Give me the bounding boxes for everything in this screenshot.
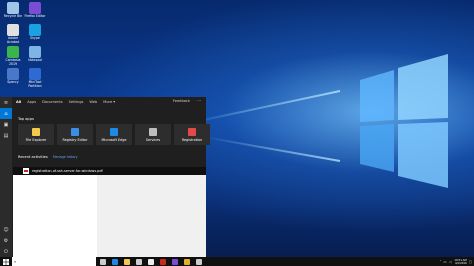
manage-history-link[interactable]: Manage history [53, 155, 78, 159]
top-app-tile[interactable]: Services [135, 124, 171, 145]
tab-web[interactable]: Web [89, 100, 97, 104]
top-app-tile[interactable]: Registration [174, 124, 210, 145]
services-icon [149, 127, 157, 136]
more-options-icon[interactable]: ··· [197, 98, 201, 103]
top-app-tile[interactable]: File Explorer [18, 124, 54, 145]
user-icon[interactable]: ☺ [0, 224, 12, 235]
acrobat-taskbar-icon[interactable] [160, 258, 166, 265]
desktop-shortcut[interactable]: Adobe Acrobat [2, 24, 24, 45]
volume-icon[interactable]: ◁ [449, 260, 452, 264]
tab-more[interactable]: More ▾ [103, 100, 115, 104]
desktop-shortcut[interactable]: Skype [24, 24, 46, 41]
clock-date: 4/1/2019 [455, 261, 467, 265]
edge-taskbar-icon[interactable] [112, 258, 118, 265]
top-app-label: Registry Editor [62, 137, 88, 142]
chrome-taskbar-icon[interactable] [184, 258, 190, 265]
feedback-link[interactable]: Feedback [173, 99, 190, 103]
notifications-icon[interactable]: ▢ [469, 260, 472, 264]
camtasia-icon [7, 46, 19, 58]
top-app-label: Microsoft Edge [101, 137, 127, 142]
desktop-shortcut-label: Recycle Bin [3, 14, 23, 18]
hamburger-icon[interactable]: ≡ [0, 97, 12, 108]
home-icon[interactable]: ⌂ [0, 108, 12, 119]
top-app-tile[interactable]: Microsoft Edge [96, 124, 132, 145]
start-button[interactable] [0, 257, 12, 266]
skype-icon [29, 24, 41, 36]
desktop-shortcut[interactable]: Recycle Bin [2, 2, 24, 19]
power-icon[interactable]: ⏻ [0, 246, 12, 257]
firefox-icon [29, 2, 41, 14]
tab-apps[interactable]: Apps [27, 100, 36, 104]
file-explorer-icon [32, 127, 40, 136]
desktop-shortcut[interactable]: Camtasia 2019 [2, 46, 24, 67]
taskbar-search-box[interactable]: ⌕ [12, 257, 96, 266]
registry-editor-icon [71, 127, 79, 136]
settings-gear-icon[interactable]: ⚙ [0, 235, 12, 246]
tab-all[interactable]: All [16, 100, 21, 104]
search-preview-area [13, 175, 206, 257]
tab-settings[interactable]: Settings [69, 100, 84, 104]
acrobat-icon [7, 24, 19, 36]
top-app-label: Services [145, 137, 161, 142]
top-app-label: File Explorer [25, 137, 47, 142]
task-view-icon[interactable] [100, 258, 106, 265]
partition-icon [29, 68, 41, 80]
top-apps-title: Top apps [18, 117, 34, 121]
desktop-shortcut-label: Adobe Acrobat [6, 36, 20, 44]
desktop-shortcut-label: Firefox Editor [24, 14, 46, 18]
notepad-icon [29, 46, 41, 58]
taskbar: ⌕ ˄ ▭ ◁ 10:51 AM 4/1/2019 ▢ [0, 257, 474, 266]
camera-taskbar-icon[interactable] [148, 258, 154, 265]
start-sidebar: ≡ ⌂ ▣ ▤ ☺ ⚙ ⏻ [0, 97, 12, 257]
windows-logo-wallpaper [360, 54, 448, 188]
media-taskbar-icon[interactable] [196, 258, 202, 265]
documents-icon[interactable]: ▤ [0, 130, 12, 141]
speccy-icon [7, 68, 19, 80]
pdf-file-icon [23, 168, 29, 174]
desktop-shortcut[interactable]: MiniTool Partition [24, 68, 46, 89]
apps-icon[interactable]: ▣ [0, 119, 12, 130]
recent-activities-title: Recent activities [18, 155, 48, 159]
desktop-shortcut-label: MiniTool Partition [28, 80, 42, 88]
clock[interactable]: 10:51 AM 4/1/2019 [454, 259, 466, 265]
taskbar-search-input[interactable] [16, 257, 89, 266]
explorer-taskbar-icon[interactable] [124, 258, 130, 265]
chevron-up-icon[interactable]: ˄ [440, 260, 442, 264]
preview-left-pane [13, 175, 97, 257]
top-app-label: Registration [181, 137, 203, 142]
edge-icon [110, 127, 118, 136]
recent-item-label: registration-of-ssh-server-for-windows.p… [32, 169, 103, 173]
desktop-shortcut-label: Notepad [28, 58, 42, 62]
preview-right-pane [97, 175, 206, 257]
desktop-shortcut-label: Speccy [7, 80, 19, 84]
recent-activities-header: Recent activities Manage history [18, 155, 78, 159]
desktop-shortcut-label: Skype [30, 36, 40, 40]
firefox-taskbar-icon[interactable] [172, 258, 178, 265]
top-apps-row: File Explorer Registry Editor Microsoft Ed… [18, 124, 213, 145]
recent-activity-item[interactable]: registration-of-ssh-server-for-windows.p… [13, 167, 206, 175]
windows-start-icon [3, 258, 9, 265]
registration-icon [188, 127, 196, 136]
recycle-bin-icon [7, 2, 19, 14]
system-tray: ˄ ▭ ◁ 10:51 AM 4/1/2019 ▢ [438, 257, 472, 266]
top-app-tile[interactable]: Registry Editor [57, 124, 93, 145]
desktop-shortcut[interactable]: Speccy [2, 68, 24, 85]
tab-documents[interactable]: Documents [42, 100, 63, 104]
desktop-shortcut-label: Camtasia 2019 [5, 58, 21, 66]
desktop-shortcut[interactable]: Notepad [24, 46, 46, 63]
store-taskbar-icon[interactable] [136, 258, 142, 265]
network-icon[interactable]: ▭ [443, 260, 446, 264]
desktop-shortcut[interactable]: Firefox Editor [24, 2, 46, 19]
